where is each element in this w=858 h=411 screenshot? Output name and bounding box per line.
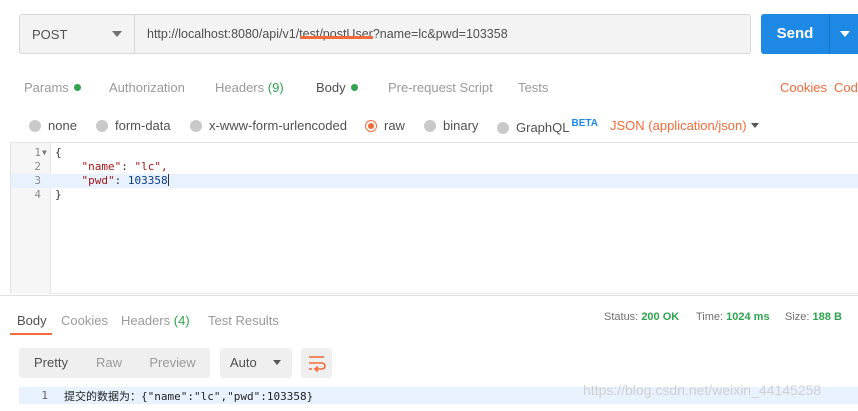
json-key: "name": [81, 160, 122, 173]
chevron-down-icon: [273, 360, 281, 365]
tab-tests[interactable]: Tests: [518, 80, 548, 95]
request-tabs: Params Authorization Headers (9) Body Pr…: [0, 66, 858, 106]
preview-button[interactable]: Preview: [135, 348, 210, 378]
text-cursor: [167, 174, 169, 186]
wrap-lines-icon: [309, 356, 326, 373]
response-toolbar: Pretty Raw Preview Auto: [0, 346, 858, 380]
code-line: 4 }: [11, 188, 858, 202]
radio-selected-icon: [365, 120, 377, 132]
response-text: 提交的数据为：{"name":"lc","pwd":103358}: [64, 390, 314, 403]
code-text: {: [55, 146, 62, 159]
cookies-link[interactable]: Cookies: [780, 80, 827, 95]
response-status: Status: 200 OK: [604, 311, 679, 323]
chevron-down-icon[interactable]: [751, 123, 759, 128]
radio-icon: [424, 120, 436, 132]
time-label: Time:: [696, 311, 724, 323]
radio-graphql-label: GraphQL: [516, 120, 570, 135]
code-text: }: [55, 188, 62, 201]
response-time: Time: 1024 ms: [696, 311, 770, 323]
chevron-down-icon: [840, 31, 850, 37]
tab-response-cookies[interactable]: Cookies: [61, 313, 108, 328]
response-headers-count: (4): [173, 313, 190, 328]
code-line-active: 3 "pwd": 103358: [11, 174, 858, 188]
line-number: 4: [34, 188, 41, 201]
radio-binary-label: binary: [443, 118, 479, 133]
radio-urlencoded-label: x-www-form-urlencoded: [209, 118, 347, 133]
code-line: 2 "name": "lc",: [11, 160, 858, 174]
status-value[interactable]: 200 OK: [641, 311, 679, 323]
time-value[interactable]: 1024 ms: [726, 311, 769, 323]
request-bar: POST http://localhost:8080/api/v1/test/p…: [0, 0, 858, 66]
response-size: Size: 188 B: [785, 311, 842, 323]
body-type-selector: none form-data x-www-form-urlencoded raw…: [0, 108, 858, 142]
format-select[interactable]: Auto: [220, 348, 292, 378]
request-body-editor[interactable]: 1 ▼ { 2 "name": "lc", 3 "pwd": 103358 4 …: [10, 142, 858, 294]
radio-raw[interactable]: raw: [365, 118, 405, 133]
format-label: Auto: [230, 355, 257, 370]
radio-urlencoded[interactable]: x-www-form-urlencoded: [190, 118, 347, 133]
line-number: 1: [34, 146, 41, 159]
fold-arrow-icon[interactable]: ▼: [42, 146, 47, 160]
headers-count: (9): [267, 80, 284, 95]
size-value[interactable]: 188 B: [813, 311, 842, 323]
tab-response-headers-label: Headers: [121, 313, 171, 328]
tab-response-body[interactable]: Body: [17, 313, 47, 328]
tab-test-results[interactable]: Test Results: [208, 313, 279, 328]
tab-params-label: Params: [24, 80, 69, 95]
send-options-button[interactable]: [829, 14, 858, 54]
radio-none-label: none: [48, 118, 77, 133]
tab-headers[interactable]: Headers (9): [215, 80, 284, 95]
tab-pre-request-script[interactable]: Pre-request Script: [388, 80, 493, 95]
url-input[interactable]: http://localhost:8080/api/v1/test/postUs…: [134, 14, 751, 54]
json-key: "pwd": [81, 174, 115, 187]
size-label: Size:: [785, 311, 810, 323]
code-link[interactable]: Code: [834, 80, 858, 95]
line-number: 3: [34, 174, 41, 187]
line-number: 1: [41, 389, 48, 402]
active-tab-indicator: [300, 36, 373, 39]
radio-icon: [190, 120, 202, 132]
watermark: https://blog.csdn.net/weixin_44145258: [583, 382, 822, 398]
status-dot-icon: [73, 84, 81, 91]
radio-icon: [497, 122, 509, 134]
line-number: 2: [34, 160, 41, 173]
radio-form-data[interactable]: form-data: [96, 118, 171, 133]
json-value: "lc",: [134, 160, 168, 173]
pretty-button[interactable]: Pretty: [19, 348, 83, 378]
raw-button[interactable]: Raw: [83, 348, 135, 378]
tab-headers-label: Headers: [215, 80, 265, 95]
radio-raw-label: raw: [384, 118, 405, 133]
code-text: "name": "lc",: [81, 160, 168, 173]
active-tab-indicator: [10, 333, 52, 335]
section-divider: [0, 295, 858, 296]
status-label: Status:: [604, 311, 639, 323]
radio-icon: [29, 120, 41, 132]
radio-binary[interactable]: binary: [424, 118, 478, 133]
radio-icon: [96, 120, 108, 132]
method-select[interactable]: POST: [19, 14, 134, 54]
code-text: "pwd": 103358: [81, 174, 169, 187]
tab-authorization[interactable]: Authorization: [109, 80, 185, 95]
status-dot-icon: [350, 84, 358, 91]
beta-badge: BETA: [571, 118, 598, 129]
tab-body[interactable]: Body: [316, 80, 358, 95]
send-button[interactable]: Send: [761, 14, 829, 54]
radio-form-data-label: form-data: [115, 118, 171, 133]
method-label: POST: [32, 27, 68, 42]
radio-graphql[interactable]: GraphQL BETA: [497, 118, 598, 135]
chevron-down-icon: [112, 31, 122, 37]
wrap-lines-button[interactable]: [301, 348, 332, 378]
radio-none[interactable]: none: [29, 118, 77, 133]
tab-body-label: Body: [316, 80, 346, 95]
tab-response-headers[interactable]: Headers (4): [121, 313, 190, 328]
content-type-select[interactable]: JSON (application/json): [610, 118, 747, 133]
json-value: 103358: [127, 174, 168, 187]
tab-params[interactable]: Params: [24, 80, 81, 95]
code-line: 1 ▼ {: [11, 146, 858, 160]
